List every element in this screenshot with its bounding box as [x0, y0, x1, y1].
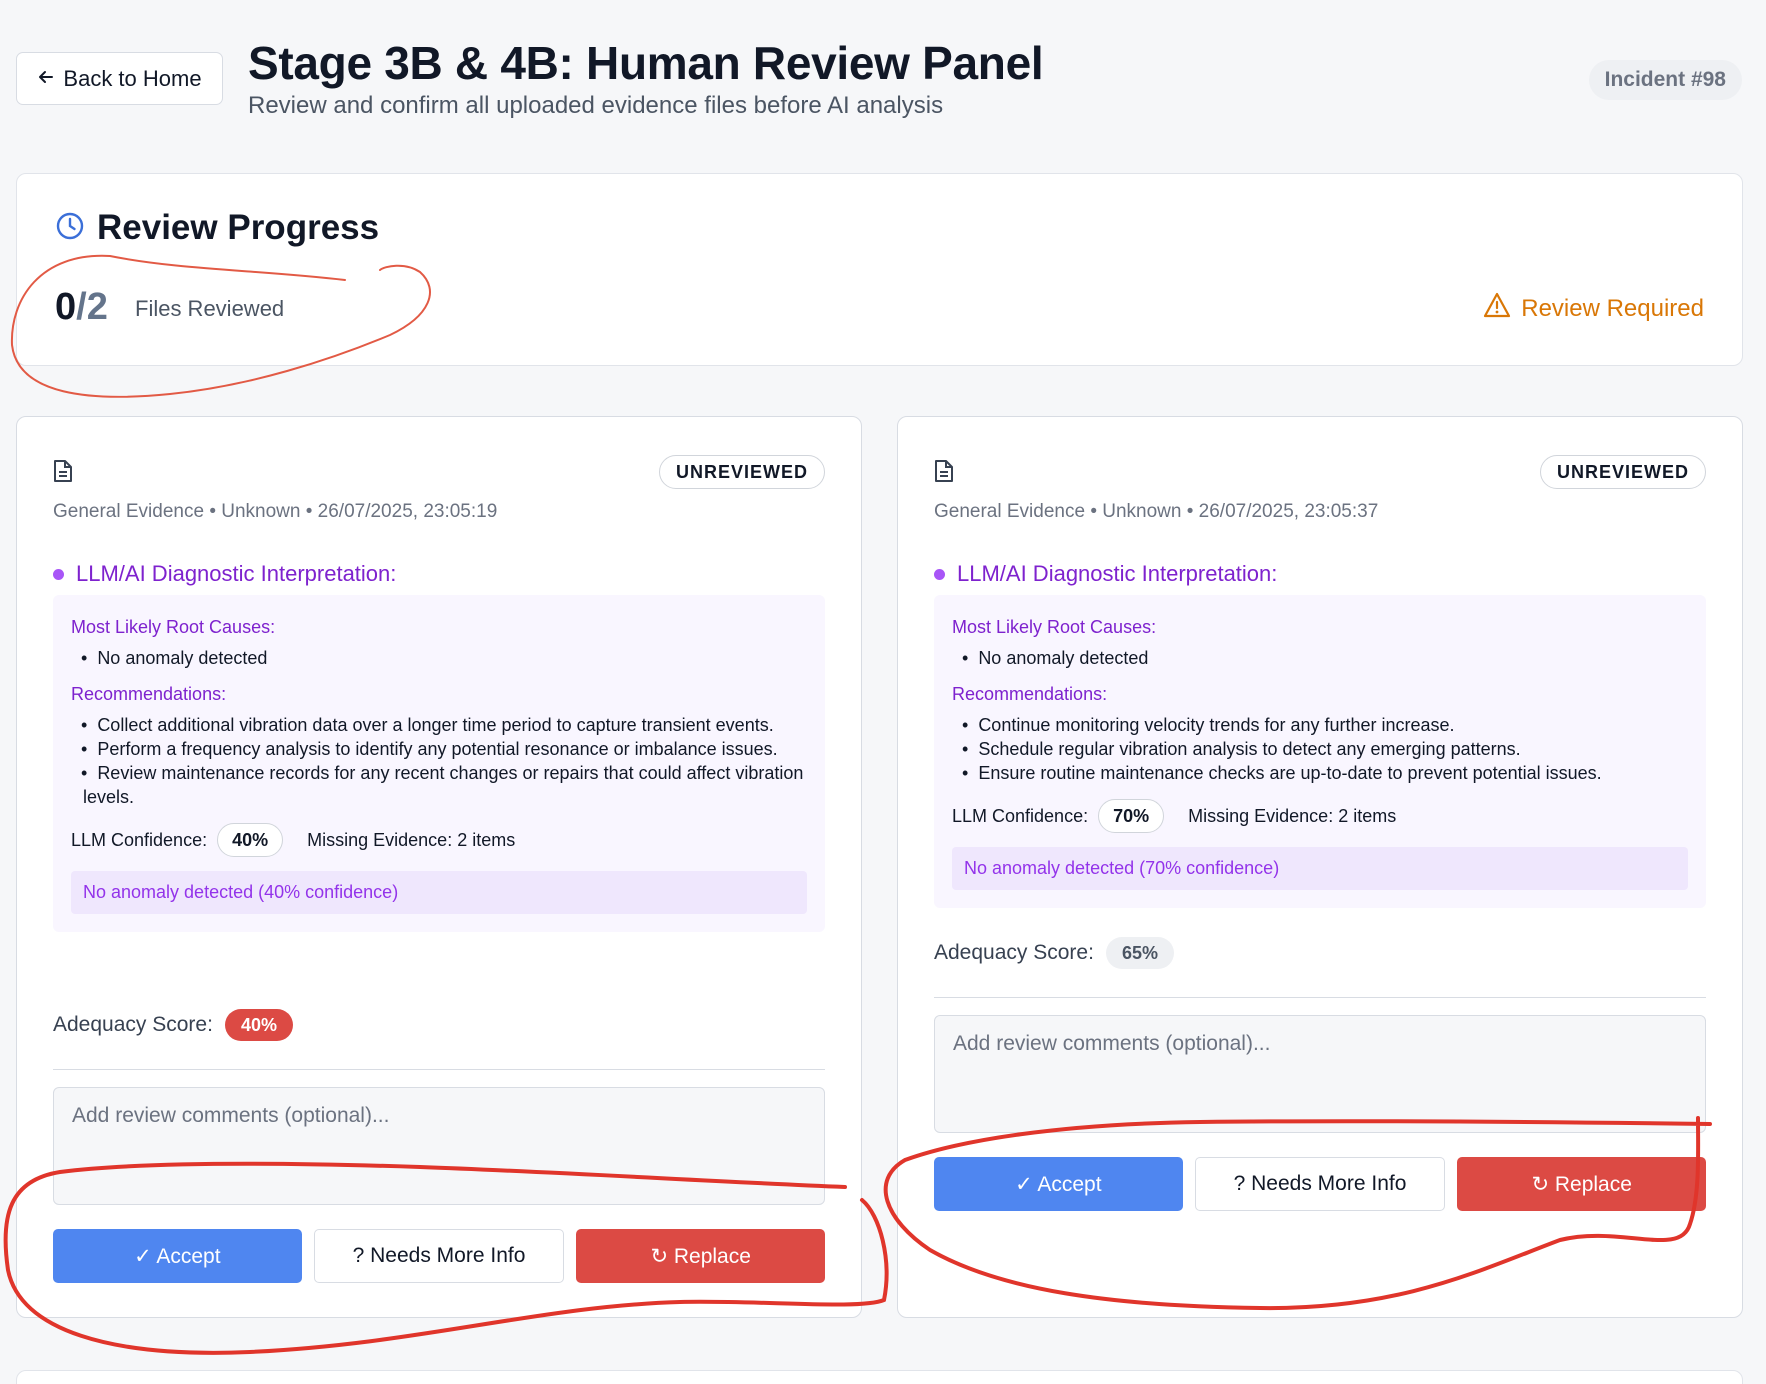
review-progress-card: Review Progress 0/2 Files Reviewed Revie… — [16, 173, 1743, 366]
needs-more-info-button[interactable]: ? Needs More Info — [1194, 1157, 1446, 1211]
llm-confidence-value: 40% — [217, 823, 284, 857]
llm-confidence-label: LLM Confidence: — [952, 805, 1089, 826]
recommendations-label: Recommendations: — [71, 684, 227, 704]
status-badge: UNREVIEWED — [1539, 455, 1706, 489]
page-title: Stage 3B & 4B: Human Review Panel — [248, 37, 1044, 89]
list-item: No anomaly detected — [71, 646, 807, 670]
recommendations-list: Collect additional vibration data over a… — [71, 713, 807, 809]
adequacy-row: Adequacy Score: 65% — [934, 937, 1174, 969]
anomaly-note: No anomaly detected (40% confidence) — [71, 871, 807, 914]
list-item: Collect additional vibration data over a… — [71, 713, 807, 737]
review-comments-input[interactable] — [934, 1015, 1706, 1133]
review-required-label: Review Required — [1521, 294, 1704, 322]
next-section-card — [16, 1370, 1743, 1384]
document-icon — [53, 459, 73, 488]
adequacy-row: Adequacy Score: 40% — [53, 1009, 293, 1041]
llm-confidence-label: LLM Confidence: — [71, 829, 208, 850]
confidence-row: LLM Confidence: 70% Missing Evidence: 2 … — [952, 799, 1688, 833]
review-actions: ✓ Accept ? Needs More Info ↻ Replace — [934, 1157, 1707, 1211]
accept-button[interactable]: ✓ Accept — [53, 1229, 302, 1283]
anomaly-note: No anomaly detected (70% confidence) — [952, 847, 1688, 890]
root-causes-list: No anomaly detected — [71, 646, 807, 670]
llm-section-header: LLM/AI Diagnostic Interpretation: — [934, 561, 1277, 587]
back-to-home-button[interactable]: Back to Home — [16, 52, 223, 105]
divider — [934, 997, 1706, 998]
needs-more-info-button[interactable]: ? Needs More Info — [313, 1229, 565, 1283]
llm-interpretation-box: Most Likely Root Causes: No anomaly dete… — [934, 595, 1706, 908]
review-progress-title: Review Progress — [97, 208, 380, 247]
adequacy-score-badge: 40% — [224, 1009, 293, 1041]
review-progress-header: Review Progress — [55, 208, 379, 248]
replace-button[interactable]: ↻ Replace — [576, 1229, 826, 1283]
root-causes-list: No anomaly detected — [952, 646, 1688, 670]
adequacy-label: Adequacy Score: — [934, 941, 1094, 964]
list-item: Perform a frequency analysis to identify… — [71, 737, 807, 761]
divider — [53, 1069, 825, 1070]
files-reviewed-label: Files Reviewed — [135, 296, 285, 321]
review-comments-input[interactable] — [53, 1087, 825, 1205]
purple-dot-icon — [53, 568, 64, 580]
recommendations-list: Continue monitoring velocity trends for … — [952, 713, 1688, 785]
document-icon — [934, 459, 954, 488]
warning-icon — [1483, 292, 1511, 325]
list-item: Continue monitoring velocity trends for … — [952, 713, 1688, 737]
missing-evidence: Missing Evidence: 2 items — [1188, 805, 1397, 826]
arrow-left-icon — [37, 66, 55, 92]
evidence-file-card: UNREVIEWED General Evidence • Unknown • … — [897, 416, 1743, 1318]
replace-button[interactable]: ↻ Replace — [1457, 1157, 1707, 1211]
review-required-status: Review Required — [1483, 292, 1704, 325]
llm-section-title: LLM/AI Diagnostic Interpretation: — [957, 561, 1278, 586]
llm-interpretation-box: Most Likely Root Causes: No anomaly dete… — [53, 595, 825, 932]
file-meta: General Evidence • Unknown • 26/07/2025,… — [53, 501, 498, 522]
recommendations-label: Recommendations: — [952, 684, 1108, 704]
accept-button[interactable]: ✓ Accept — [934, 1157, 1183, 1211]
list-item: Review maintenance records for any recen… — [71, 761, 807, 809]
reviewed-count: 0 — [55, 286, 77, 328]
purple-dot-icon — [934, 568, 945, 580]
clock-icon — [55, 211, 85, 246]
missing-evidence: Missing Evidence: 2 items — [307, 829, 516, 850]
adequacy-label: Adequacy Score: — [53, 1013, 213, 1036]
back-to-home-label: Back to Home — [63, 65, 202, 91]
llm-section-header: LLM/AI Diagnostic Interpretation: — [53, 561, 396, 587]
total-count: 2 — [86, 286, 108, 328]
llm-section-title: LLM/AI Diagnostic Interpretation: — [76, 561, 397, 586]
file-meta: General Evidence • Unknown • 26/07/2025,… — [934, 501, 1379, 522]
evidence-file-card: UNREVIEWED General Evidence • Unknown • … — [16, 416, 862, 1318]
root-causes-label: Most Likely Root Causes: — [71, 617, 276, 637]
incident-badge: Incident #98 — [1588, 60, 1742, 100]
files-reviewed-count: 0/2 — [55, 286, 108, 329]
adequacy-score-badge: 65% — [1105, 937, 1174, 969]
list-item: Ensure routine maintenance checks are up… — [952, 761, 1688, 785]
root-causes-label: Most Likely Root Causes: — [952, 617, 1157, 637]
llm-confidence-value: 70% — [1098, 799, 1165, 833]
page-subtitle: Review and confirm all uploaded evidence… — [248, 92, 944, 119]
list-item: No anomaly detected — [952, 646, 1688, 670]
page-header: Back to Home Stage 3B & 4B: Human Review… — [0, 0, 1766, 150]
status-badge: UNREVIEWED — [658, 455, 825, 489]
confidence-row: LLM Confidence: 40% Missing Evidence: 2 … — [71, 823, 807, 857]
count-separator: / — [76, 286, 87, 328]
review-actions: ✓ Accept ? Needs More Info ↻ Replace — [53, 1229, 826, 1283]
list-item: Schedule regular vibration analysis to d… — [952, 737, 1688, 761]
